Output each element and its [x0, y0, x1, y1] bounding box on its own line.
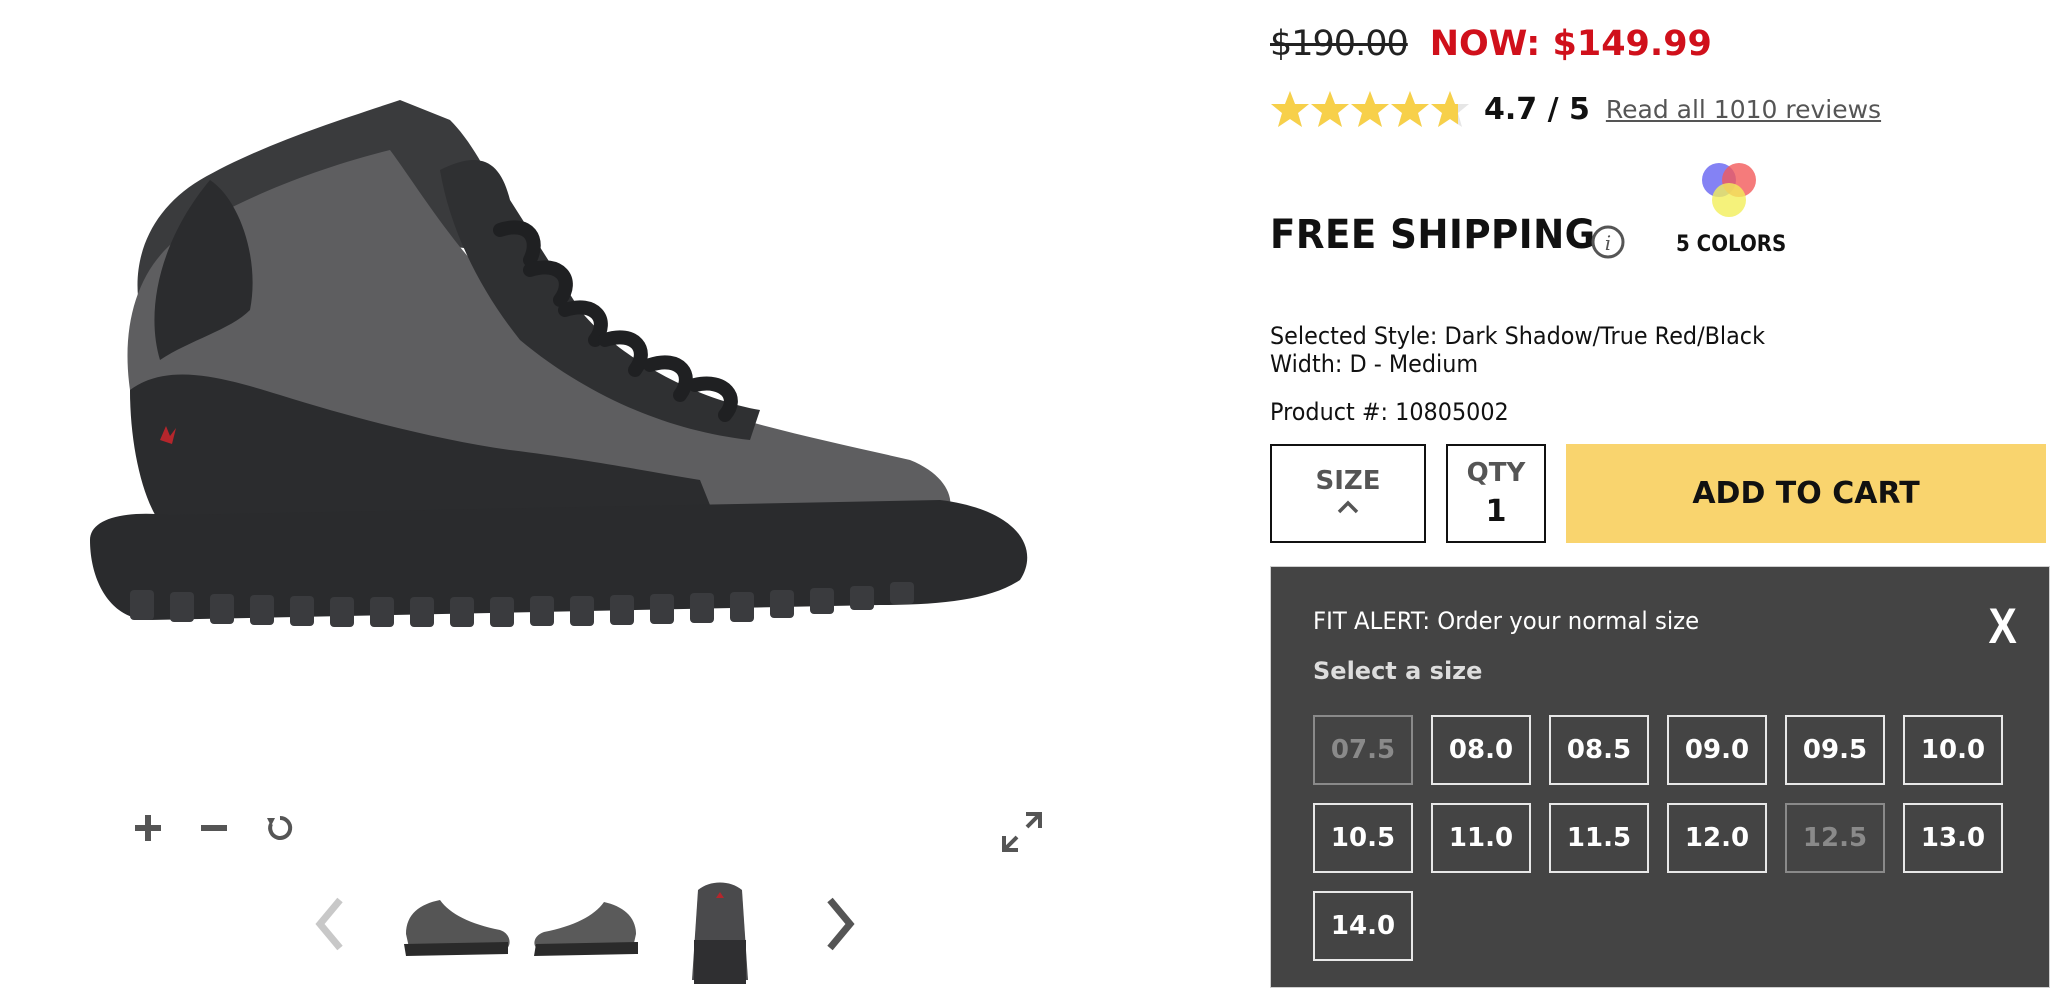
reset-icon[interactable]	[262, 810, 298, 846]
colors-count-label[interactable]: 5 COLORS	[1676, 232, 1786, 257]
zoom-out-icon[interactable]	[196, 810, 232, 846]
star-icon	[1271, 91, 1309, 127]
read-reviews-link[interactable]: Read all 1010 reviews	[1606, 95, 1881, 124]
chevron-left-icon[interactable]	[310, 894, 350, 954]
selected-width: Width: D - Medium	[1270, 350, 1479, 378]
price-row: $190.00 NOW: $149.99	[1270, 24, 1712, 64]
free-shipping-label: FREE SHIPPING	[1270, 212, 1596, 258]
image-viewer-controls	[130, 810, 298, 846]
close-panel-button[interactable]: X	[1988, 597, 2016, 655]
quantity-input[interactable]	[1456, 494, 1536, 529]
sale-price: NOW: $149.99	[1429, 24, 1712, 64]
size-option[interactable]: 11.0	[1431, 803, 1531, 873]
zoom-in-icon[interactable]	[130, 810, 166, 846]
thumbnail-strip	[300, 870, 880, 988]
selected-style: Selected Style: Dark Shadow/True Red/Bla…	[1270, 322, 1766, 350]
quantity-label: QTY	[1466, 458, 1526, 488]
stars-icon	[1271, 91, 1469, 127]
star-icon	[1391, 91, 1429, 127]
thumbnail-side-view[interactable]	[400, 894, 516, 965]
original-price: $190.00	[1270, 24, 1409, 64]
product-number: Product #: 10805002	[1270, 398, 1509, 426]
thumbnail-medial-view[interactable]	[530, 898, 642, 965]
size-label: SIZE	[1315, 466, 1381, 496]
size-option[interactable]: 08.5	[1549, 715, 1649, 785]
size-option[interactable]: 12.0	[1667, 803, 1767, 873]
star-rating	[1270, 86, 1470, 132]
expand-icon[interactable]	[1000, 810, 1044, 854]
info-icon[interactable]: i	[1590, 224, 1626, 260]
svg-text:i: i	[1605, 231, 1611, 255]
size-option[interactable]: 09.5	[1785, 715, 1885, 785]
size-option[interactable]: 08.0	[1431, 715, 1531, 785]
color-swatch-icon[interactable]	[1695, 158, 1765, 224]
size-selection-panel: FIT ALERT: Order your normal size X Sele…	[1270, 566, 2050, 988]
star-icon	[1351, 91, 1389, 127]
size-option[interactable]: 13.0	[1903, 803, 2003, 873]
size-option[interactable]: 11.5	[1549, 803, 1649, 873]
size-option: 07.5	[1313, 715, 1413, 785]
size-selector[interactable]: SIZE	[1270, 444, 1426, 543]
select-size-label: Select a size	[1313, 657, 1483, 685]
chevron-up-icon	[1337, 500, 1359, 514]
rating-row: 4.7 / 5 Read all 1010 reviews	[1270, 86, 1881, 132]
star-icon	[1311, 91, 1349, 127]
size-option[interactable]: 10.5	[1313, 803, 1413, 873]
thumbnail-back-view[interactable]	[680, 880, 760, 988]
size-option[interactable]: 09.0	[1667, 715, 1767, 785]
product-image[interactable]	[60, 60, 1100, 660]
star-icon	[1431, 91, 1458, 127]
fit-alert-message: FIT ALERT: Order your normal size	[1313, 607, 1700, 635]
rating-value: 4.7 / 5	[1484, 91, 1590, 127]
add-to-cart-button[interactable]: ADD TO CART	[1566, 444, 2046, 543]
size-grid: 07.5 08.0 08.5 09.0 09.5 10.0 10.5 11.0 11.5 12.0…	[1313, 715, 2013, 961]
shoe-image	[90, 100, 1028, 627]
size-option[interactable]: 14.0	[1313, 891, 1413, 961]
chevron-right-icon[interactable]	[820, 894, 860, 954]
quantity-box: QTY	[1446, 444, 1546, 543]
size-option: 12.5	[1785, 803, 1885, 873]
size-option[interactable]: 10.0	[1903, 715, 2003, 785]
